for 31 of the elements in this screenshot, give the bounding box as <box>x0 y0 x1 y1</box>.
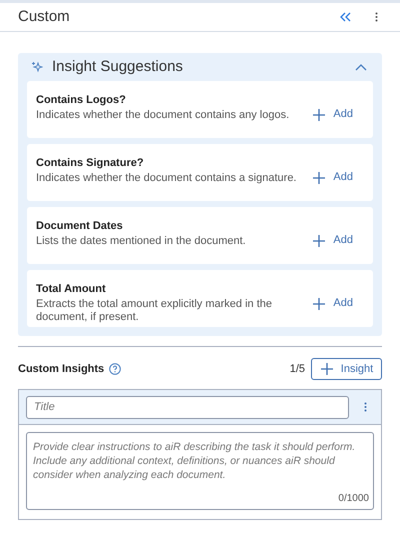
add-button[interactable]: Add <box>312 295 353 312</box>
add-button[interactable]: Add <box>312 232 353 249</box>
suggestion-title: Contains Signature? <box>36 156 145 170</box>
plus-icon <box>312 234 326 248</box>
section-title: Custom Insights <box>18 362 104 377</box>
suggestion-description: Indicates whether the document contains a signature. <box>36 172 298 185</box>
add-insight-button[interactable]: Insight <box>311 358 382 380</box>
suggestion-title: Total Amount <box>36 282 107 296</box>
plus-icon <box>320 362 334 376</box>
help-icon[interactable] <box>109 363 122 375</box>
plus-icon <box>312 296 326 310</box>
panel-title: Custom <box>18 6 71 27</box>
suggestion-title: Document Dates <box>36 219 124 233</box>
suggestion-title: Contains Logos? <box>36 93 127 107</box>
add-button[interactable]: Add <box>312 169 353 186</box>
chevron-icon[interactable] <box>355 63 367 71</box>
instructions-field[interactable]: Provide clear instructions to aiR describing the task it should perform. Include any additional context, definitions, or nuances aiR should consider when analyzing each document. 0/1000 <box>26 432 374 510</box>
insight-count: 1/5 <box>290 362 305 377</box>
collapse-icon[interactable] <box>339 12 351 22</box>
section-title: Insight Suggestions <box>52 56 184 77</box>
more-icon[interactable] <box>375 12 378 22</box>
sparkle-icon <box>31 61 43 73</box>
suggestion-description: Extracts the total amount explicitly marked in the document, if present. <box>36 298 273 324</box>
character-counter: 0/1000 <box>338 492 369 506</box>
title-field[interactable]: Title <box>26 396 349 418</box>
plus-icon <box>312 170 326 184</box>
suggestion-description: Lists the dates mentioned in the document. <box>36 235 247 248</box>
more-icon[interactable] <box>364 402 367 412</box>
plus-icon <box>312 108 326 122</box>
suggestion-description: Indicates whether the document contains any logos. <box>36 109 290 122</box>
add-button[interactable]: Add <box>312 106 353 123</box>
